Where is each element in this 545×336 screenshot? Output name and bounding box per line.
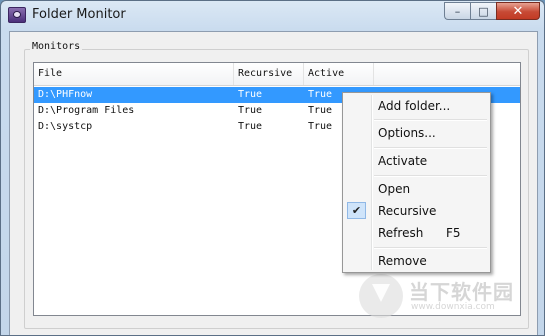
caption-buttons: – □ ✕ — [444, 2, 540, 20]
close-icon: ✕ — [512, 3, 524, 19]
monitors-group-label: Monitors — [30, 41, 83, 52]
menu-item-label: Activate — [378, 154, 428, 168]
cell-recursive: True — [238, 89, 263, 100]
menu-separator — [374, 119, 487, 121]
checkmark-icon: ✔ — [347, 202, 366, 219]
menu-item-shortcut: F5 — [446, 226, 461, 240]
watermark-text: 当下软件园 — [409, 280, 514, 304]
column-header-file[interactable]: File — [34, 63, 234, 85]
column-header-active[interactable]: Active — [304, 63, 374, 85]
watermark: 当下软件园 www.downxia.com — [359, 274, 539, 322]
menu-item-label: Recursive — [378, 204, 437, 218]
context-menu: Add folder... Options... Activate Open ✔… — [342, 92, 491, 273]
menu-item-label: Open — [378, 182, 411, 196]
menu-item-label: Add folder... — [378, 99, 451, 113]
app-window: Folder Monitor – □ ✕ Monitors File Recur… — [0, 0, 545, 336]
cell-recursive: True — [238, 121, 263, 132]
title-bar[interactable]: Folder Monitor – □ ✕ — [1, 1, 544, 31]
menu-item-options[interactable]: Options... — [345, 123, 488, 143]
close-button[interactable]: ✕ — [496, 2, 540, 20]
cell-file: D:\PHFnow — [38, 89, 93, 100]
menu-separator — [374, 147, 487, 149]
menu-item-refresh[interactable]: Refresh F5 — [345, 223, 488, 243]
menu-item-label: Options... — [378, 126, 436, 140]
menu-item-open[interactable]: Open — [345, 179, 488, 199]
window-title: Folder Monitor — [32, 7, 126, 22]
menu-separator — [374, 175, 487, 177]
cell-file: D:\Program Files — [38, 105, 135, 116]
menu-item-remove[interactable]: Remove — [345, 251, 488, 271]
app-eye-icon — [8, 7, 26, 23]
menu-item-label: Refresh — [378, 226, 424, 240]
cell-file: D:\systcp — [38, 121, 93, 132]
column-header-recursive[interactable]: Recursive — [234, 63, 304, 85]
maximize-icon: □ — [478, 4, 489, 18]
download-arrow-icon — [359, 274, 403, 318]
menu-separator — [374, 247, 487, 249]
menu-item-activate[interactable]: Activate — [345, 151, 488, 171]
minimize-icon: – — [454, 4, 461, 18]
menu-item-add-folder[interactable]: Add folder... — [345, 96, 488, 116]
maximize-button[interactable]: □ — [470, 2, 496, 20]
menu-item-label: Remove — [378, 254, 427, 268]
cell-recursive: True — [238, 105, 263, 116]
menu-item-recursive[interactable]: ✔ Recursive — [345, 201, 488, 221]
minimize-button[interactable]: – — [444, 2, 470, 20]
watermark-subtext: www.downxia.com — [411, 302, 495, 312]
list-header: File Recursive Active — [34, 63, 520, 86]
